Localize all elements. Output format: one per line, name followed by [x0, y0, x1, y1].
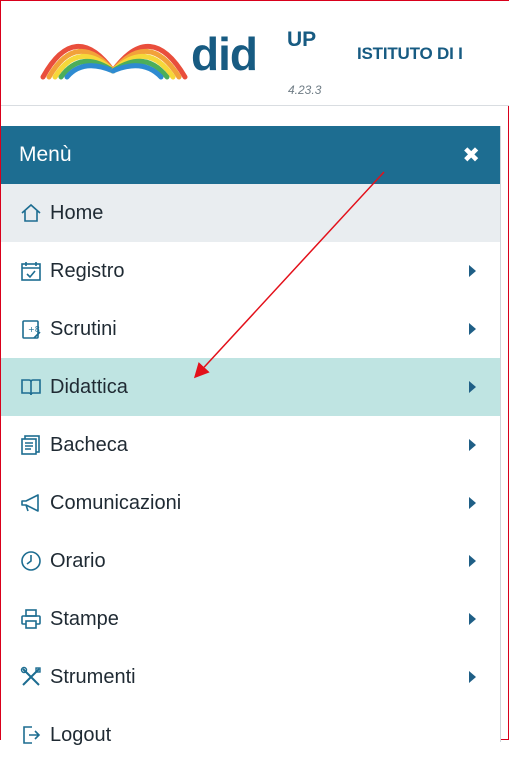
home-icon	[19, 201, 43, 225]
sidebar-item-didattica[interactable]: Didattica	[1, 358, 500, 416]
sidebar-item-label: Strumenti	[50, 665, 136, 688]
grade-report-icon: +8	[19, 317, 43, 341]
chevron-right-icon	[469, 265, 476, 277]
svg-text:+8: +8	[28, 325, 40, 334]
close-x-icon[interactable]: ✖	[462, 145, 480, 166]
sidebar-menu: Menù ✖ Home Registro +8 Scrutini Didatti…	[1, 126, 501, 746]
brand-name: did	[191, 28, 258, 80]
sidebar-item-scrutini[interactable]: +8 Scrutini	[1, 300, 500, 358]
app-version: 4.23.3	[288, 83, 322, 97]
brand-superscript: UP	[287, 28, 317, 51]
notice-board-icon	[19, 433, 43, 457]
app-header: did UP 4.23.3 ISTITUTO DI I	[1, 1, 509, 106]
chevron-right-icon	[469, 671, 476, 683]
menu-title: Menù	[19, 143, 72, 166]
sidebar-item-comunicazioni[interactable]: Comunicazioni	[1, 474, 500, 532]
sidebar-item-bacheca[interactable]: Bacheca	[1, 416, 500, 474]
sidebar-item-stampe[interactable]: Stampe	[1, 590, 500, 648]
sidebar-item-label: Didattica	[50, 375, 128, 398]
printer-icon	[19, 607, 43, 631]
chevron-right-icon	[469, 613, 476, 625]
sidebar-item-orario[interactable]: Orario	[1, 532, 500, 590]
megaphone-icon	[19, 491, 43, 515]
calendar-check-icon	[19, 259, 43, 283]
sidebar-item-home[interactable]: Home	[1, 184, 500, 242]
school-name: ISTITUTO DI I	[357, 44, 463, 63]
sidebar-item-logout[interactable]: Logout	[1, 706, 500, 764]
sidebar-item-label: Comunicazioni	[50, 491, 182, 514]
clock-icon	[19, 549, 43, 573]
sidebar-item-label: Registro	[50, 259, 125, 282]
menu-header: Menù ✖	[1, 126, 500, 184]
rainbow-book-logo[interactable]	[39, 25, 189, 81]
chevron-right-icon	[469, 439, 476, 451]
sidebar-item-label: Stampe	[50, 607, 119, 630]
sidebar-item-label: Orario	[50, 549, 106, 572]
chevron-right-icon	[469, 381, 476, 393]
chevron-right-icon	[469, 555, 476, 567]
logout-icon	[19, 723, 43, 747]
sidebar-item-registro[interactable]: Registro	[1, 242, 500, 300]
sidebar-item-label: Scrutini	[50, 317, 117, 340]
book-open-icon	[19, 375, 43, 399]
chevron-right-icon	[469, 497, 476, 509]
tools-icon	[19, 665, 43, 689]
sidebar-item-label: Logout	[50, 723, 112, 746]
sidebar-item-label: Home	[50, 201, 104, 224]
sidebar-item-label: Bacheca	[50, 433, 128, 456]
sidebar-item-strumenti[interactable]: Strumenti	[1, 648, 500, 706]
chevron-right-icon	[469, 323, 476, 335]
